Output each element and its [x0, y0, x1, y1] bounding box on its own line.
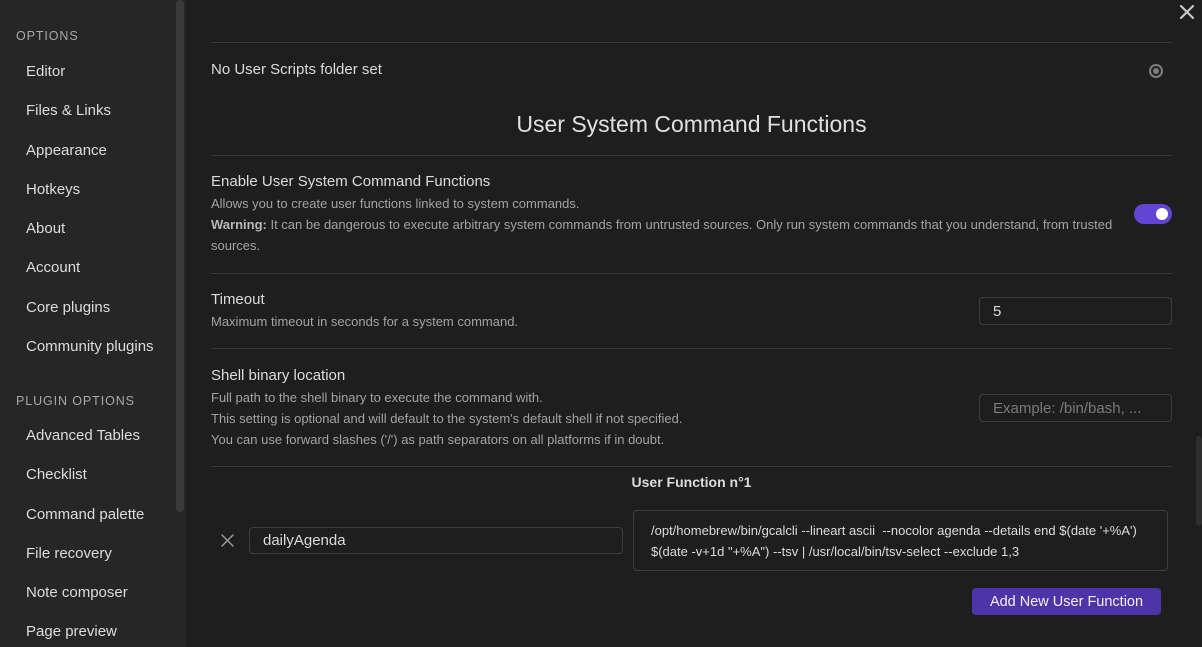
- timeout-input[interactable]: [979, 297, 1172, 325]
- add-user-function-button[interactable]: Add New User Function: [972, 588, 1161, 615]
- sidebar-item-account[interactable]: Account: [26, 259, 80, 276]
- timeout-setting-name: Timeout: [211, 291, 265, 308]
- divider: [211, 348, 1172, 349]
- scripts-folder-label: No User Scripts folder set: [211, 61, 382, 78]
- sidebar-item-hotkeys[interactable]: Hotkeys: [26, 181, 80, 198]
- sidebar-item-command-palette[interactable]: Command palette: [26, 506, 144, 523]
- sidebar-item-file-recovery[interactable]: File recovery: [26, 545, 112, 562]
- sidebar-item-editor[interactable]: Editor: [26, 63, 65, 80]
- sidebar-item-files-links[interactable]: Files & Links: [26, 102, 111, 119]
- sidebar-item-core-plugins[interactable]: Core plugins: [26, 299, 110, 316]
- settings-sidebar: OPTIONS Editor Files & Links Appearance …: [0, 0, 174, 647]
- warning-text: It can be dangerous to execute arbitrary…: [211, 217, 1113, 253]
- sidebar-item-advanced-tables[interactable]: Advanced Tables: [26, 427, 140, 444]
- circle-dot-icon: [1149, 64, 1163, 78]
- sidebar-scrollbar-thumb[interactable]: [176, 0, 184, 512]
- warning-label: Warning:: [211, 217, 267, 232]
- divider: [211, 155, 1172, 156]
- enable-desc-text: Allows you to create user functions link…: [211, 196, 580, 211]
- sidebar-item-community-plugins[interactable]: Community plugins: [26, 338, 154, 355]
- sidebar-item-page-preview[interactable]: Page preview: [26, 623, 117, 640]
- content-scrollbar[interactable]: [1196, 436, 1202, 526]
- section-title: User System Command Functions: [516, 111, 867, 137]
- shell-path-input[interactable]: [979, 394, 1172, 422]
- divider: [211, 42, 1172, 43]
- sidebar-scrollbar[interactable]: [174, 0, 186, 647]
- sidebar-item-note-composer[interactable]: Note composer: [26, 584, 128, 601]
- divider: [211, 273, 1172, 274]
- enable-setting-description: Allows you to create user functions link…: [211, 193, 1116, 256]
- close-icon[interactable]: [1178, 3, 1196, 21]
- divider: [211, 466, 1172, 467]
- enable-setting-name: Enable User System Command Functions: [211, 173, 491, 190]
- sidebar-item-appearance[interactable]: Appearance: [26, 142, 107, 159]
- x-icon[interactable]: [220, 533, 235, 548]
- options-heading: OPTIONS: [16, 29, 79, 43]
- plugin-options-heading: PLUGIN OPTIONS: [16, 394, 135, 408]
- sidebar-item-about[interactable]: About: [26, 220, 65, 237]
- shell-desc-line: You can use forward slashes ('/') as pat…: [211, 432, 665, 447]
- toggle-knob: [1156, 208, 1168, 220]
- enable-warning: Warning: It can be dangerous to execute …: [211, 214, 1116, 256]
- sidebar-item-checklist[interactable]: Checklist: [26, 466, 87, 483]
- function-name-input[interactable]: [249, 527, 623, 554]
- shell-setting-name: Shell binary location: [211, 367, 346, 384]
- enable-functions-toggle[interactable]: [1134, 204, 1172, 224]
- user-function-title: User Function n°1: [631, 474, 752, 490]
- function-command-input[interactable]: /opt/homebrew/bin/gcalcli --lineart asci…: [633, 510, 1168, 571]
